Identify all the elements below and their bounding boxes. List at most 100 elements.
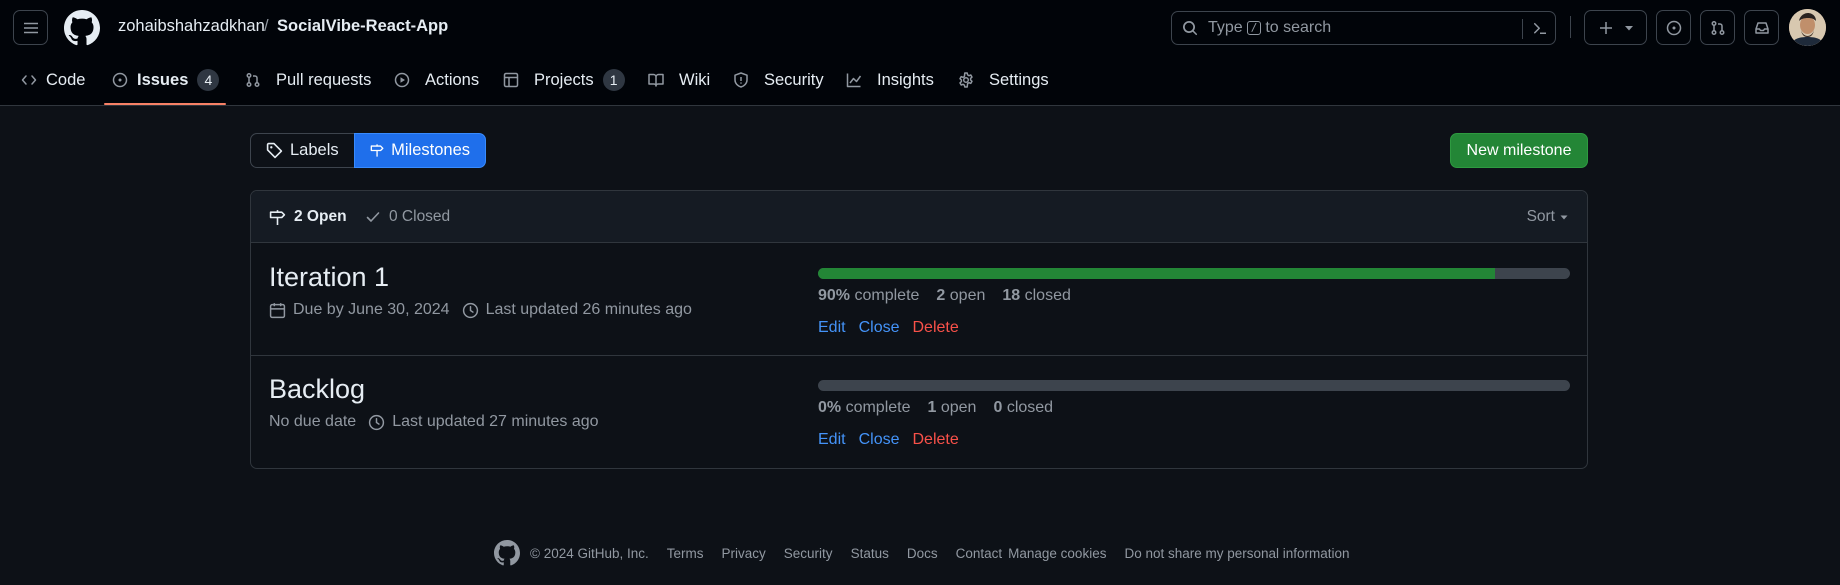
tab-wiki[interactable]: Wiki — [648, 64, 710, 96]
milestone-closed-label: closed — [1024, 287, 1071, 304]
milestone-closed-count: 0 — [993, 399, 1003, 416]
inbox-button[interactable] — [1744, 10, 1779, 45]
breadcrumb-owner[interactable]: zohaibshahzadkhan — [118, 17, 265, 36]
milestone-closed-issues[interactable]: 18 closed — [1002, 287, 1071, 305]
milestone-icon — [269, 209, 286, 225]
active-tab-indicator — [104, 103, 226, 105]
user-avatar-icon — [1789, 9, 1826, 46]
close-milestone-link[interactable]: Close — [859, 431, 900, 449]
tab-wiki-label: Wiki — [679, 70, 711, 89]
code-icon — [21, 75, 37, 85]
github-logo[interactable] — [64, 10, 100, 46]
search-placeholder-suffix: to search — [1265, 19, 1332, 36]
milestone-row: Iteration 1 Due by June 30, 2024 Last up… — [251, 244, 1587, 356]
milestone-open-label: open — [949, 287, 986, 304]
plus-icon — [1599, 21, 1612, 34]
milestones-button[interactable]: Milestones — [354, 133, 486, 168]
milestone-list: 2 Open 0 Closed Sort Iteration 1 Due by … — [250, 190, 1588, 469]
avatar[interactable] — [1789, 9, 1826, 46]
milestones-button-label: Milestones — [391, 141, 470, 159]
calendar-icon — [269, 302, 286, 318]
milestone-meta: No due date Last updated 27 minutes ago — [269, 413, 599, 431]
tab-security[interactable]: Security — [733, 64, 824, 96]
edit-milestone-link[interactable]: Edit — [818, 319, 846, 337]
footer-link-contact[interactable]: Contact — [956, 546, 1003, 561]
footer-link-do-not-share[interactable]: Do not share my personal information — [1124, 546, 1349, 561]
milestone-closed-issues[interactable]: 0 closed — [993, 399, 1053, 417]
milestone-meta: Due by June 30, 2024 Last updated 26 min… — [269, 301, 692, 319]
tab-pull-requests-label: Pull requests — [276, 70, 372, 89]
footer-link-security[interactable]: Security — [784, 546, 833, 561]
milestone-due-date: No due date — [269, 413, 357, 430]
tab-security-label: Security — [764, 70, 824, 89]
play-icon — [394, 72, 410, 88]
command-palette-icon[interactable] — [1532, 21, 1548, 37]
closed-count-label: 0 Closed — [389, 208, 451, 225]
milestone-title[interactable]: Backlog — [269, 374, 365, 405]
shield-icon — [734, 72, 748, 88]
git-pull-request-icon — [246, 73, 260, 87]
milestone-title[interactable]: Iteration 1 — [269, 262, 389, 293]
tab-settings[interactable]: Settings — [958, 64, 1049, 96]
milestone-progress-bar — [818, 380, 1570, 391]
milestone-last-updated: Last updated 27 minutes ago — [392, 413, 599, 430]
labels-button[interactable]: Labels — [250, 133, 355, 168]
milestone-due-date: Due by June 30, 2024 — [293, 301, 450, 318]
projects-counter: 1 — [602, 69, 625, 91]
clock-icon — [369, 414, 385, 430]
footer-link-status[interactable]: Status — [851, 546, 889, 561]
triangle-down-icon — [1624, 25, 1633, 30]
tab-actions[interactable]: Actions — [394, 64, 479, 96]
search-icon — [1183, 21, 1198, 36]
milestone-percent: 0% — [818, 399, 842, 416]
milestone-complete-label: complete — [845, 399, 911, 416]
github-mark-icon[interactable] — [494, 540, 520, 566]
tab-projects[interactable]: Projects 1 — [503, 64, 625, 96]
close-milestone-link[interactable]: Close — [859, 319, 900, 337]
milestone-closed-count: 18 — [1002, 287, 1021, 304]
milestone-percent: 90% — [818, 287, 851, 304]
gear-icon — [959, 72, 973, 88]
issues-shortcut-button[interactable] — [1656, 10, 1691, 45]
milestone-row: Backlog No due date Last updated 27 minu… — [251, 357, 1587, 468]
sort-dropdown[interactable]: Sort — [1527, 208, 1569, 226]
footer-link-privacy[interactable]: Privacy — [722, 546, 766, 561]
pull-requests-shortcut-button[interactable] — [1700, 10, 1735, 45]
tag-icon — [266, 142, 283, 159]
open-filter[interactable]: 2 Open — [269, 208, 347, 226]
edit-milestone-link[interactable]: Edit — [818, 431, 846, 449]
footer-link-docs[interactable]: Docs — [907, 546, 938, 561]
search-placeholder-prefix: Type — [1208, 19, 1243, 36]
menu-button[interactable] — [13, 10, 48, 45]
milestone-open-count: 1 — [927, 399, 937, 416]
create-new-button[interactable] — [1584, 10, 1647, 45]
closed-filter[interactable]: 0 Closed — [365, 208, 450, 226]
tab-projects-label: Projects — [534, 70, 594, 89]
milestone-open-issues[interactable]: 1 open — [928, 399, 977, 417]
milestone-percent-complete: 0% complete — [818, 399, 911, 417]
breadcrumb-separator: / — [264, 17, 269, 35]
milestone-open-count: 2 — [936, 287, 946, 304]
milestone-closed-label: closed — [1006, 399, 1054, 416]
delete-milestone-link[interactable]: Delete — [912, 431, 958, 449]
milestone-last-updated: Last updated 26 minutes ago — [485, 301, 692, 318]
open-count-label: 2 Open — [294, 208, 347, 225]
milestone-percent-complete: 90% complete — [818, 287, 919, 305]
issue-opened-icon — [1666, 20, 1681, 35]
milestone-open-issues[interactable]: 2 open — [936, 287, 985, 305]
breadcrumb-repo[interactable]: SocialVibe-React-App — [277, 17, 448, 36]
tab-settings-label: Settings — [989, 70, 1049, 89]
tab-issues[interactable]: Issues 4 — [112, 64, 220, 96]
search-input[interactable]: Type / to search — [1171, 11, 1556, 45]
new-milestone-button[interactable]: New milestone — [1450, 133, 1588, 168]
footer: © 2024 GitHub, Inc. Terms Privacy Securi… — [494, 540, 1350, 566]
footer-link-manage-cookies[interactable]: Manage cookies — [1008, 546, 1106, 561]
milestone-progress-bar — [818, 268, 1570, 279]
footer-link-terms[interactable]: Terms — [667, 546, 704, 561]
inbox-icon — [1754, 21, 1769, 34]
tab-code[interactable]: Code — [21, 64, 85, 96]
tab-insights[interactable]: Insights — [846, 64, 934, 96]
tab-pull-requests[interactable]: Pull requests — [245, 64, 371, 96]
delete-milestone-link[interactable]: Delete — [912, 319, 958, 337]
tab-code-label: Code — [46, 70, 86, 89]
